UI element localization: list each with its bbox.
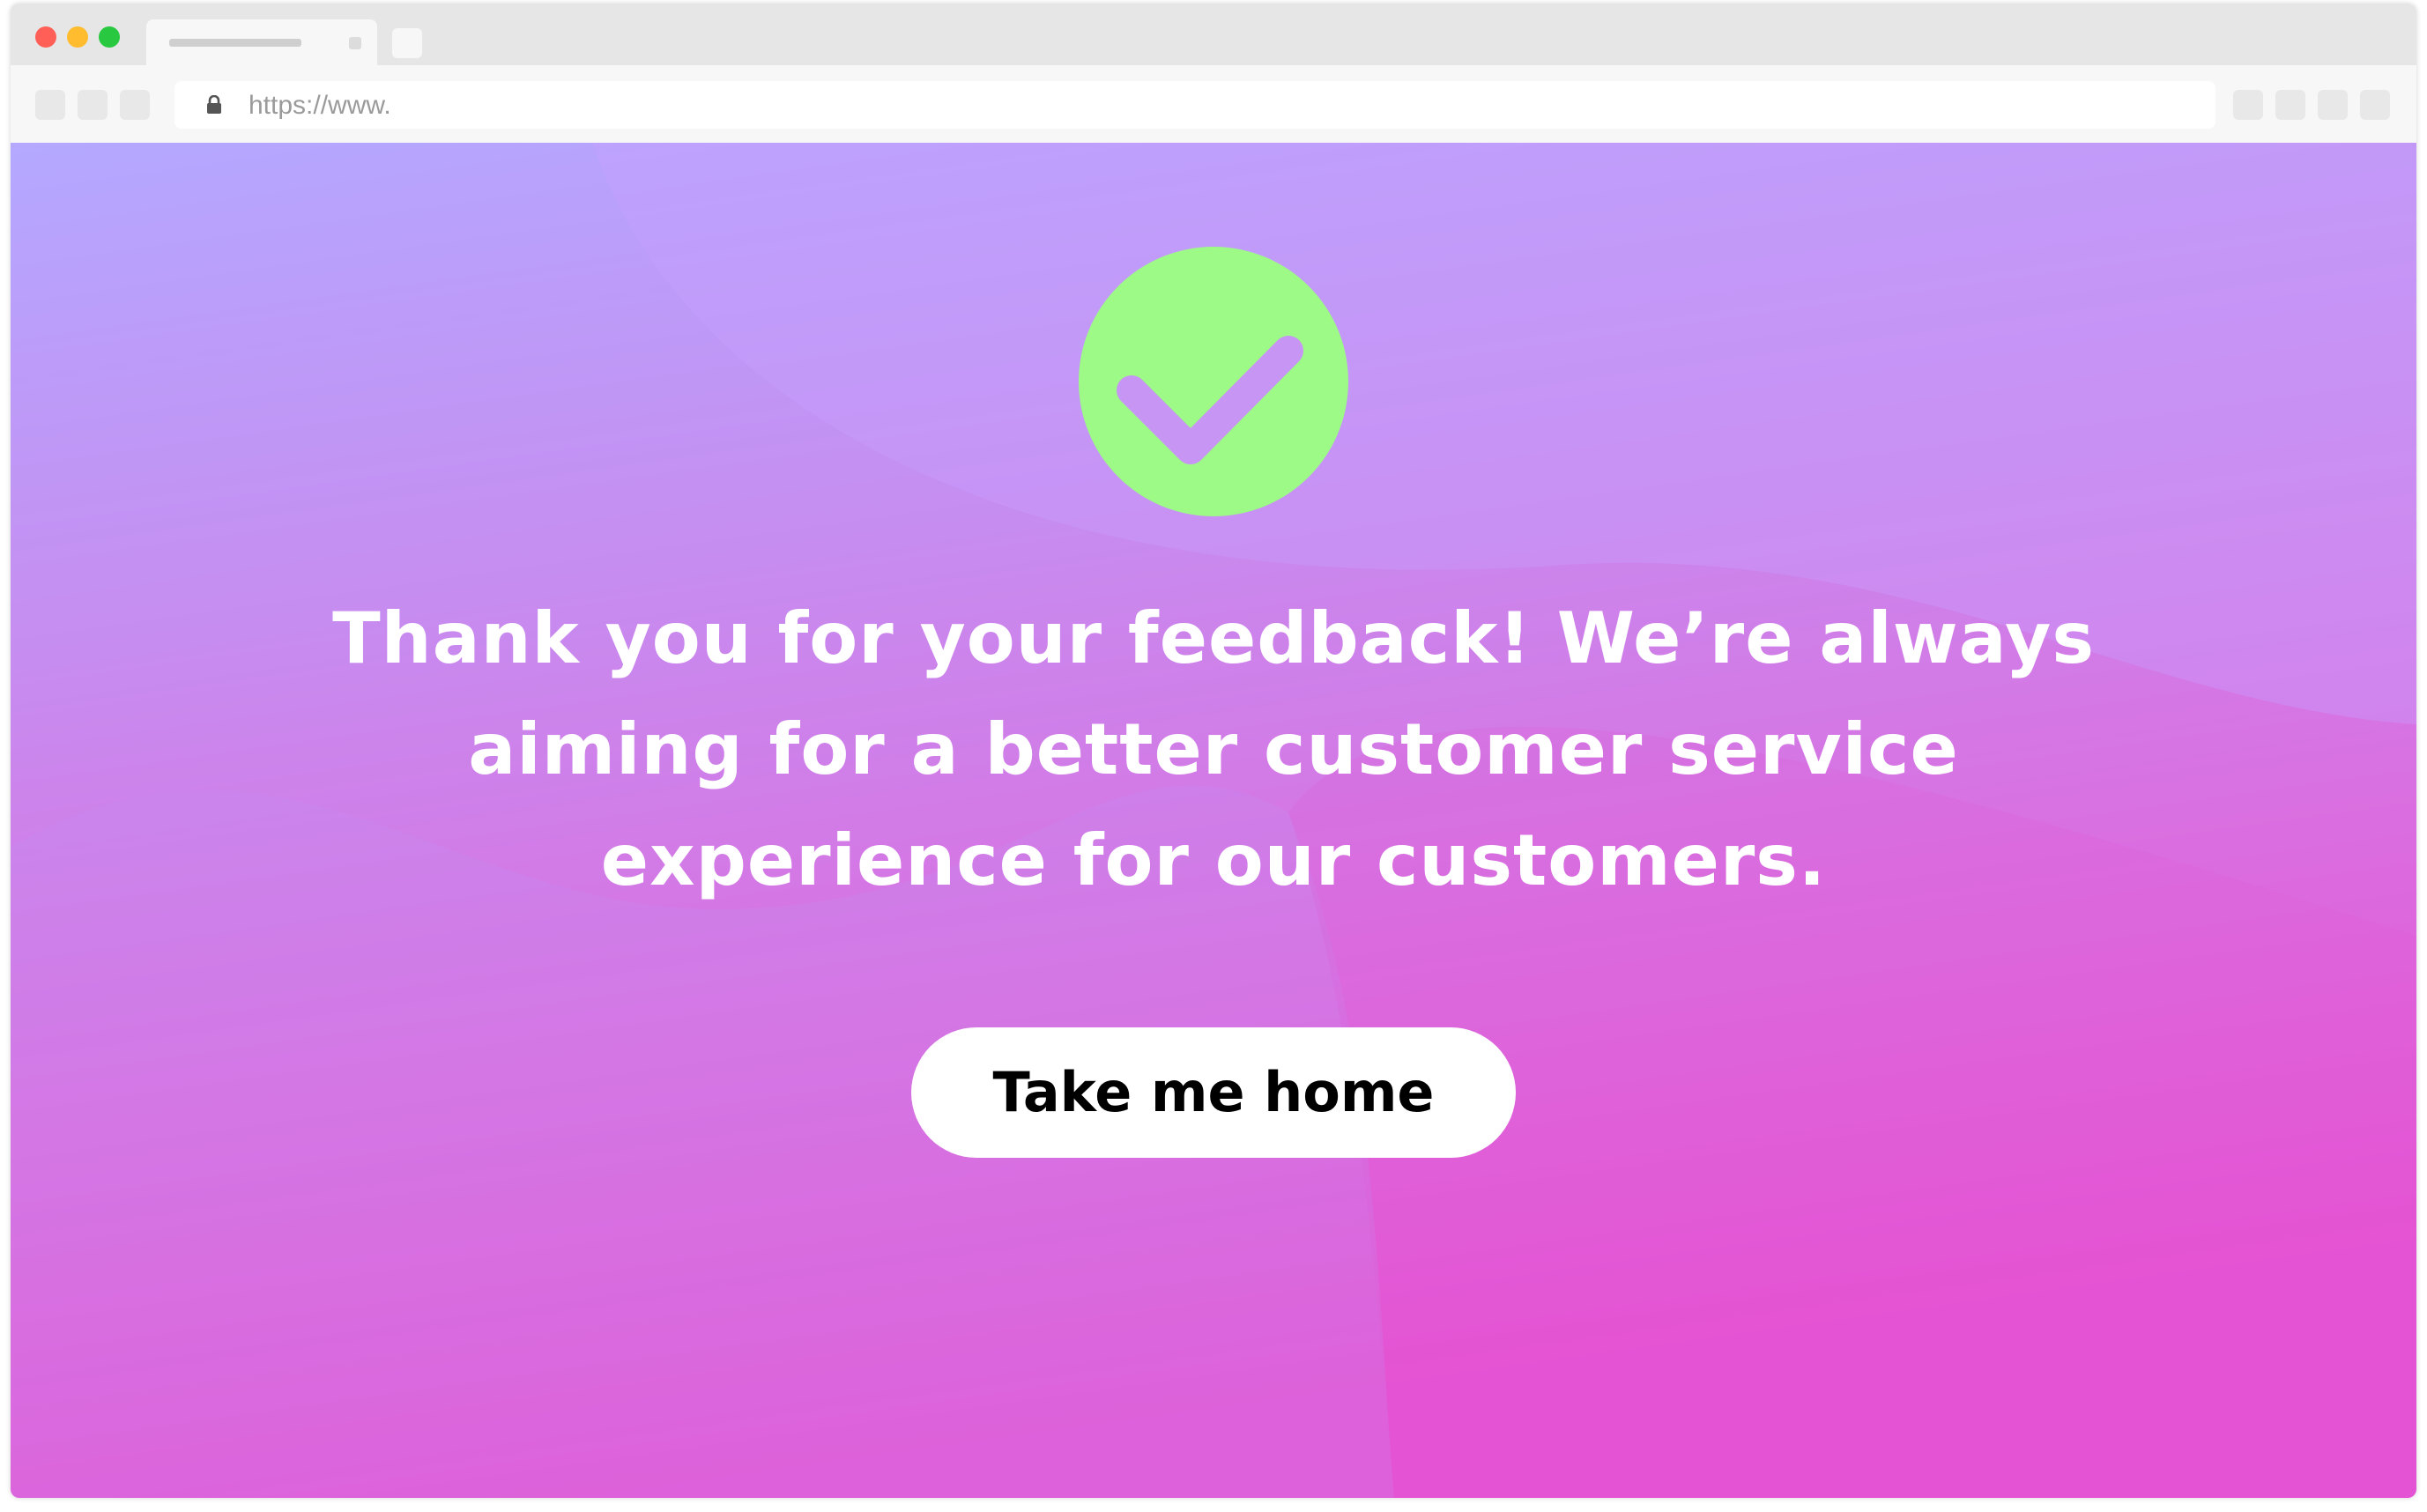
tab-close-icon[interactable] xyxy=(349,37,361,49)
back-button[interactable] xyxy=(35,90,65,120)
address-bar[interactable]: https://www. xyxy=(174,81,2215,129)
forward-button[interactable] xyxy=(78,90,108,120)
url-text: https://www. xyxy=(249,91,391,120)
minimize-window-button[interactable] xyxy=(67,26,88,48)
new-tab-button[interactable] xyxy=(392,28,422,58)
tab-title-placeholder xyxy=(169,39,301,47)
close-window-button[interactable] xyxy=(35,26,56,48)
browser-toolbar: https://www. xyxy=(11,65,2416,144)
tab-strip xyxy=(11,4,2416,65)
thank-you-message: Thank you for your feedback! We’re alway… xyxy=(332,597,2095,901)
extension-button-3[interactable] xyxy=(2318,90,2348,120)
page-content: Thank you for your feedback! We’re alway… xyxy=(11,143,2416,1498)
check-circle-icon xyxy=(1079,247,1348,516)
reload-button[interactable] xyxy=(120,90,150,120)
extension-button-2[interactable] xyxy=(2275,90,2305,120)
extension-button-4[interactable] xyxy=(2360,90,2390,120)
extension-button-1[interactable] xyxy=(2233,90,2263,120)
browser-tab[interactable] xyxy=(146,19,377,65)
browser-window: https://www. Thank you for your feedback… xyxy=(11,4,2416,1498)
maximize-window-button[interactable] xyxy=(99,26,120,48)
take-me-home-button[interactable]: Take me home xyxy=(911,1027,1516,1158)
lock-icon xyxy=(207,95,221,114)
